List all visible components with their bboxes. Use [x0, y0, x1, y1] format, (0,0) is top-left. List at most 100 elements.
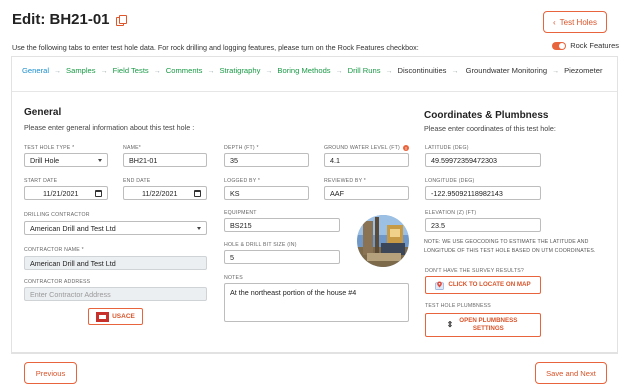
open-plumbness-settings-label: OPEN PLUMBNESS SETTINGS [459, 317, 518, 332]
longitude-value: -122.95092118982143 [431, 188, 503, 198]
reviewed-by-input[interactable]: AAF [324, 186, 409, 200]
bit-size-label: HOLE & DRILL BIT SIZE (IN) [224, 242, 297, 248]
logged-by-label: LOGGED BY * [224, 178, 261, 184]
coordinates-section-subtitle: Please enter coordinates of this test ho… [424, 124, 556, 133]
logged-by-input[interactable]: KS [224, 186, 309, 200]
depth-value: 35 [230, 155, 238, 165]
previous-button-label: Previous [35, 368, 66, 378]
tab-field-tests[interactable]: Field Tests → [113, 66, 166, 75]
start-date-input[interactable]: 11/21/2021 [24, 186, 108, 200]
end-date-value: 11/22/2021 [142, 188, 178, 198]
plumbness-label: TEST HOLE PLUMBNESS [425, 303, 491, 309]
coordinates-section-title: Coordinates & Plumbness [424, 110, 549, 121]
contractor-address-placeholder: Enter Contractor Address [30, 289, 111, 299]
back-to-test-holes-button[interactable]: ‹ Test Holes [543, 11, 607, 33]
drilling-contractor-select[interactable]: American Drill and Test Ltd [24, 221, 207, 235]
arrow-right-icon: → [54, 68, 62, 75]
tab-stepper: General → Samples → Field Tests → Comments → Str… [12, 57, 617, 92]
longitude-label: LONGITUDE (DEG) [425, 178, 475, 184]
rock-features-toggle[interactable] [552, 41, 567, 50]
tab-boring-methods[interactable]: Boring Methods → [277, 66, 347, 75]
end-date-input[interactable]: 11/22/2021 [123, 186, 207, 200]
tab-comments[interactable]: Comments → [166, 66, 220, 75]
tab-groundwater-monitoring[interactable]: Groundwater Monitoring → [466, 66, 564, 75]
usace-button[interactable]: USACE [88, 308, 143, 325]
previous-button[interactable]: Previous [24, 362, 77, 384]
elevation-input[interactable]: 23.5 [425, 218, 541, 232]
elevation-label: ELEVATION (Z) (FT) [425, 210, 477, 216]
longitude-input[interactable]: -122.95092118982143 [425, 186, 541, 200]
equipment-input[interactable]: BS215 [224, 218, 340, 232]
tab-label: Piezometer [564, 66, 603, 75]
arrow-right-icon: → [385, 68, 393, 75]
test-hole-type-value: Drill Hole [30, 155, 60, 165]
tab-label: Comments [165, 66, 203, 75]
depth-label: DEPTH (FT) * [224, 145, 259, 151]
plumb-bob-icon: ⇕ [446, 320, 454, 329]
arrow-right-icon: → [153, 68, 161, 75]
notes-textarea[interactable]: At the northeast portion of the house #4 [224, 283, 409, 322]
tab-drill-runs[interactable]: Drill Runs → [348, 66, 398, 75]
start-date-value: 11/21/2021 [43, 188, 79, 198]
tab-label: General [22, 66, 50, 75]
drill-rig-photo [357, 215, 409, 267]
tab-label: Drill Runs [347, 66, 381, 75]
save-and-next-label: Save and Next [546, 368, 596, 378]
locate-on-map-button[interactable]: CLICK TO LOCATE ON MAP [425, 276, 541, 294]
latitude-value: 49.59972359472303 [431, 155, 497, 165]
notes-label: NOTES [224, 275, 243, 281]
reviewed-by-label: REVIEWED BY * [324, 178, 366, 184]
logged-by-value: KS [230, 188, 240, 198]
bit-size-input[interactable]: 5 [224, 250, 340, 264]
save-and-next-button[interactable]: Save and Next [535, 362, 607, 384]
usace-castle-logo [96, 311, 110, 322]
name-value: BH21-01 [129, 155, 158, 165]
tab-discontinuities[interactable]: Discontinuities → [398, 66, 464, 75]
name-input[interactable]: BH21-01 [123, 153, 207, 167]
test-hole-type-select[interactable]: Drill Hole [24, 153, 108, 167]
open-plumbness-settings-button[interactable]: ⇕ OPEN PLUMBNESS SETTINGS [425, 313, 541, 337]
bit-size-value: 5 [230, 252, 234, 262]
tab-stratigraphy[interactable]: Stratigraphy → [219, 66, 277, 75]
test-hole-photo[interactable] [357, 215, 409, 267]
contractor-name-label: CONTRACTOR NAME * [24, 247, 84, 253]
depth-input[interactable]: 35 [224, 153, 309, 167]
arrow-right-icon: → [265, 68, 273, 75]
tab-label: Field Tests [112, 66, 149, 75]
tab-piezometer[interactable]: Piezometer [564, 66, 602, 75]
rock-features-toggle-group: Rock Features [552, 41, 619, 50]
geocoding-note: NOTE: WE USE GEOCODING TO ESTIMATE THE L… [424, 239, 596, 254]
general-section-subtitle: Please enter general information about t… [24, 123, 195, 132]
general-section-title: General [24, 107, 62, 118]
tab-samples[interactable]: Samples → [66, 66, 113, 75]
back-button-label: Test Holes [559, 17, 598, 27]
intro-text: Use the following tabs to enter test hol… [12, 43, 419, 52]
contractor-address-input[interactable]: Enter Contractor Address [24, 287, 207, 301]
equipment-label: EQUIPMENT [224, 210, 257, 216]
copy-icon[interactable] [115, 14, 127, 26]
end-date-label: END DATE [123, 178, 151, 184]
test-hole-type-label: TEST HOLE TYPE * [24, 145, 75, 151]
info-icon[interactable]: ! [403, 145, 409, 151]
map-icon [435, 281, 445, 290]
drilling-contractor-value: American Drill and Test Ltd [30, 223, 116, 233]
notes-value: At the northeast portion of the house #4 [230, 288, 357, 297]
ground-water-level-label: GROUND WATER LEVEL (FT) [324, 145, 400, 151]
tab-general[interactable]: General → [22, 66, 66, 75]
start-date-label: START DATE [24, 178, 58, 184]
arrow-right-icon: → [207, 68, 215, 75]
arrow-right-icon: → [100, 68, 108, 75]
tab-label: Stratigraphy [219, 66, 261, 75]
page-title-text: Edit: BH21-01 [12, 11, 110, 28]
calendar-icon[interactable] [95, 190, 102, 197]
locate-on-map-label: CLICK TO LOCATE ON MAP [448, 281, 531, 288]
rock-features-label: Rock Features [570, 41, 619, 50]
calendar-icon[interactable] [194, 190, 201, 197]
equipment-value: BS215 [230, 220, 252, 230]
contractor-address-label: CONTRACTOR ADDRESS [24, 279, 91, 285]
ground-water-level-input[interactable]: 4.1 [324, 153, 409, 167]
contractor-name-input[interactable]: American Drill and Test Ltd [24, 256, 207, 270]
reviewed-by-value: AAF [330, 188, 344, 198]
latitude-input[interactable]: 49.59972359472303 [425, 153, 541, 167]
page-title: Edit: BH21-01 [12, 11, 127, 28]
